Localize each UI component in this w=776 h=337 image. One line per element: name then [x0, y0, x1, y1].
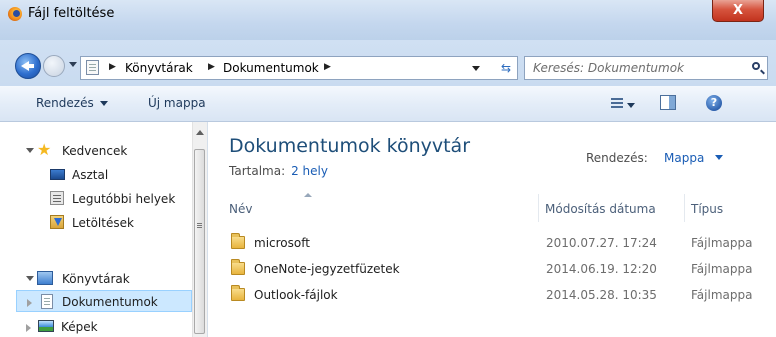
nav-libraries[interactable]: Könyvtárak	[0, 268, 190, 290]
nav-item-label: Letöltések	[72, 216, 134, 230]
file-date: 2010.07.27. 17:24	[546, 236, 657, 250]
address-dropdown-icon[interactable]	[472, 66, 480, 71]
forward-button[interactable]	[43, 55, 65, 77]
history-dropdown[interactable]	[69, 62, 77, 67]
search-input[interactable]: Keresés: Dokumentumok	[524, 56, 768, 80]
address-folder-icon	[86, 60, 99, 75]
file-name: OneNote-jegyzetfüzetek	[254, 262, 400, 276]
organize-label: Rendezés	[36, 96, 94, 110]
organize-button[interactable]: Rendezés	[36, 96, 108, 110]
column-separator[interactable]	[538, 194, 539, 222]
nav-item-desktop[interactable]: Asztal	[0, 164, 190, 186]
library-title: Dokumentumok könyvtár	[229, 135, 471, 157]
scroll-up-icon[interactable]	[196, 130, 204, 135]
command-bar: Rendezés Új mappa ?	[0, 86, 776, 122]
recent-places-icon	[50, 191, 64, 205]
file-type: Fájlmappa	[691, 288, 753, 302]
nav-item-documents[interactable]: Dokumentumok	[16, 290, 192, 312]
breadcrumb-arrow-icon[interactable]: ▶	[324, 62, 331, 72]
nav-item-label: Asztal	[72, 168, 109, 182]
expand-arrow-icon[interactable]	[26, 148, 34, 153]
expand-arrow-icon[interactable]	[26, 324, 31, 332]
expand-arrow-icon[interactable]	[27, 299, 32, 307]
search-placeholder: Keresés: Dokumentumok	[533, 61, 684, 75]
help-icon[interactable]: ?	[706, 95, 722, 111]
file-upload-dialog: Fájl feltöltése X ▶ Könyvtárak ▶ Dokumen…	[0, 0, 776, 337]
file-name: Outlook-fájlok	[254, 288, 338, 302]
view-options-icon[interactable]	[611, 97, 623, 109]
sort-ascending-icon	[304, 193, 312, 197]
navigation-pane: ★ Kedvencek Asztal Legutóbbi helyek Letö…	[0, 122, 208, 337]
nav-item-downloads[interactable]: Letöltések	[0, 212, 190, 234]
firefox-icon	[8, 7, 22, 21]
search-icon[interactable]	[752, 62, 760, 70]
nav-item-recent-places[interactable]: Legutóbbi helyek	[0, 188, 190, 210]
file-row[interactable]: Outlook-fájlok 2014.05.28. 10:35 Fájlmap…	[218, 284, 776, 308]
file-type: Fájlmappa	[691, 236, 753, 250]
expand-arrow-icon[interactable]	[26, 276, 34, 281]
close-button[interactable]: X	[712, 0, 764, 22]
file-row[interactable]: OneNote-jegyzetfüzetek 2014.06.19. 12:20…	[218, 258, 776, 282]
preview-pane-icon[interactable]	[660, 95, 676, 110]
title-bar: Fájl feltöltése X	[0, 0, 776, 40]
downloads-icon	[50, 215, 64, 229]
file-type: Fájlmappa	[691, 262, 753, 276]
content-pane: Dokumentumok könyvtár Tartalma: 2 hely Re…	[208, 122, 776, 337]
desktop-icon	[50, 169, 65, 180]
includes-label: Tartalma:	[229, 164, 286, 178]
nav-libraries-label: Könyvtárak	[62, 272, 130, 286]
chevron-down-icon[interactable]	[715, 155, 723, 160]
nav-item-label: Képek	[61, 320, 98, 334]
file-row[interactable]: microsoft 2010.07.27. 17:24 Fájlmappa	[218, 232, 776, 256]
back-button[interactable]	[15, 53, 41, 79]
nav-item-label: Legutóbbi helyek	[72, 192, 176, 206]
folder-icon	[231, 285, 245, 301]
arrange-by-label: Rendezés:	[586, 151, 648, 165]
folder-icon	[231, 259, 245, 275]
column-header-type[interactable]: Típus	[691, 202, 723, 216]
new-folder-button[interactable]: Új mappa	[148, 96, 206, 110]
breadcrumb-arrow-icon[interactable]: ▶	[109, 62, 116, 72]
chevron-down-icon	[99, 101, 108, 106]
breadcrumb-libraries[interactable]: Könyvtárak	[125, 61, 193, 75]
file-date: 2014.06.19. 12:20	[546, 262, 657, 276]
file-name: microsoft	[254, 236, 310, 250]
breadcrumb-documents[interactable]: Dokumentumok	[223, 61, 319, 75]
libraries-icon	[37, 271, 53, 285]
column-header-name[interactable]: Név	[229, 202, 252, 216]
pictures-icon	[38, 320, 54, 332]
address-bar[interactable]: ▶ Könyvtárak ▶ Dokumentumok ▶	[80, 56, 515, 80]
nav-favorites-label: Kedvencek	[62, 144, 128, 158]
column-header-date[interactable]: Módosítás dátuma	[545, 202, 656, 216]
address-row: ▶ Könyvtárak ▶ Dokumentumok ▶ ⇆ Keresés:…	[0, 40, 776, 86]
scrollbar-thumb[interactable]	[194, 149, 205, 334]
nav-item-label: Dokumentumok	[62, 295, 158, 309]
arrange-by-dropdown[interactable]: Mappa	[664, 151, 704, 165]
documents-icon	[41, 294, 53, 309]
includes-locations-link[interactable]: 2 hely	[291, 164, 328, 178]
nav-item-pictures[interactable]: Képek	[16, 316, 192, 337]
file-date: 2014.05.28. 10:35	[546, 288, 657, 302]
nav-scrollbar[interactable]	[192, 122, 207, 337]
column-separator[interactable]	[684, 194, 685, 222]
library-includes: Tartalma: 2 hely	[229, 164, 328, 178]
refresh-button[interactable]: ⇆	[495, 56, 518, 80]
folder-icon	[231, 233, 245, 249]
star-icon: ★	[37, 140, 52, 159]
window-title: Fájl feltöltése	[28, 6, 115, 21]
nav-favorites[interactable]: ★ Kedvencek	[0, 140, 190, 162]
breadcrumb-arrow-icon[interactable]: ▶	[208, 62, 215, 72]
chevron-down-icon[interactable]	[627, 103, 635, 108]
